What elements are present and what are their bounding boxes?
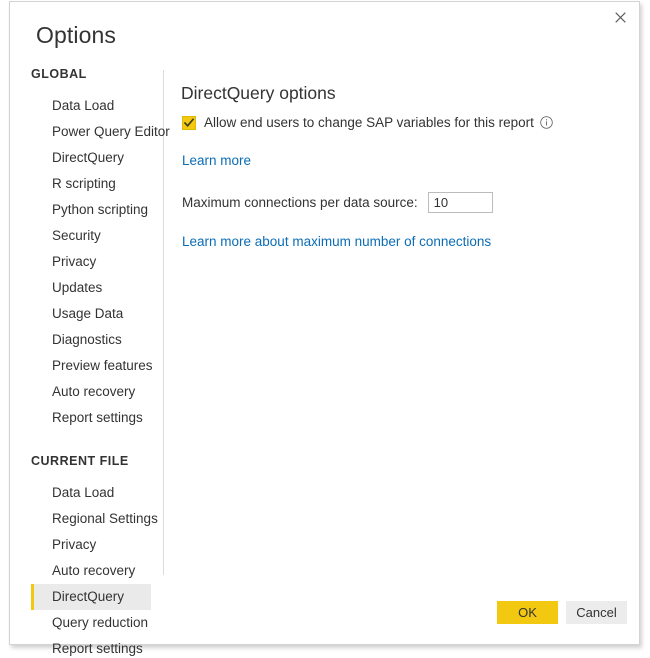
- max-connections-row: Maximum connections per data source:: [182, 192, 625, 213]
- sidebar-item-python-scripting[interactable]: Python scripting: [31, 197, 151, 223]
- sidebar-item-directquery[interactable]: DirectQuery: [31, 145, 151, 171]
- sidebar-item-preview-features[interactable]: Preview features: [31, 353, 153, 379]
- sidebar-group-header-global: GLOBAL: [31, 67, 87, 81]
- ok-button[interactable]: OK: [497, 601, 558, 624]
- close-icon[interactable]: [602, 2, 639, 32]
- sap-variables-checkbox[interactable]: [182, 115, 196, 130]
- sidebar-item-file-privacy[interactable]: Privacy: [31, 532, 151, 558]
- sap-variables-checkbox-row[interactable]: Allow end users to change SAP variables …: [182, 115, 625, 130]
- sidebar-item-data-load[interactable]: Data Load: [31, 93, 151, 119]
- sap-variables-checkbox-label: Allow end users to change SAP variables …: [204, 115, 534, 130]
- main-content: DirectQuery options Allow end users to c…: [181, 82, 625, 251]
- sidebar-item-power-query-editor[interactable]: Power Query Editor: [31, 119, 170, 145]
- sidebar-item-file-regional-settings[interactable]: Regional Settings: [31, 506, 158, 532]
- dialog-titlebar: Options: [10, 2, 639, 66]
- sidebar: GLOBAL Data Load Power Query Editor Dire…: [10, 66, 170, 656]
- sidebar-item-auto-recovery[interactable]: Auto recovery: [31, 379, 151, 405]
- sidebar-item-file-auto-recovery[interactable]: Auto recovery: [31, 558, 151, 584]
- options-dialog: Options GLOBAL Data Load Power Query Edi…: [9, 1, 640, 656]
- cancel-button[interactable]: Cancel: [566, 601, 627, 624]
- sidebar-item-r-scripting[interactable]: R scripting: [31, 171, 151, 197]
- sidebar-item-updates[interactable]: Updates: [31, 275, 151, 301]
- dialog-title: Options: [36, 22, 116, 48]
- sidebar-item-privacy[interactable]: Privacy: [31, 249, 151, 275]
- sidebar-group-global: GLOBAL Data Load Power Query Editor Dire…: [10, 66, 170, 431]
- max-connections-input[interactable]: [427, 192, 493, 213]
- info-icon[interactable]: [540, 116, 553, 129]
- sidebar-item-usage-data[interactable]: Usage Data: [31, 301, 151, 327]
- sidebar-item-report-settings[interactable]: Report settings: [31, 405, 151, 431]
- screen: Options GLOBAL Data Load Power Query Edi…: [0, 0, 650, 658]
- sidebar-divider: [163, 70, 164, 575]
- sidebar-item-file-data-load[interactable]: Data Load: [31, 480, 151, 506]
- sidebar-item-diagnostics[interactable]: Diagnostics: [31, 327, 151, 353]
- sidebar-group-header-current-file: CURRENT FILE: [31, 454, 129, 468]
- learn-more-link[interactable]: Learn more: [182, 153, 251, 168]
- sidebar-item-security[interactable]: Security: [31, 223, 151, 249]
- max-connections-label: Maximum connections per data source:: [182, 195, 418, 210]
- dialog-footer: OK Cancel: [10, 582, 639, 644]
- max-connections-learn-more-link[interactable]: Learn more about maximum number of conne…: [182, 234, 491, 249]
- page-title: DirectQuery options: [181, 83, 336, 103]
